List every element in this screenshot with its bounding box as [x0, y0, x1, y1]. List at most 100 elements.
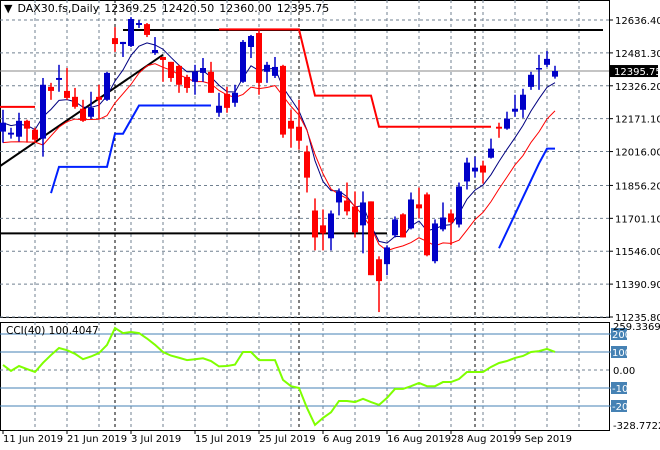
candle-body [448, 213, 454, 223]
candle-body [248, 35, 254, 48]
bullish-candle [360, 191, 366, 254]
bullish-candle [432, 219, 438, 264]
bullish-candle [536, 54, 542, 90]
candle-body [480, 165, 486, 173]
y-tick-label: 12016.00 [615, 148, 660, 159]
bullish-candle [192, 64, 198, 95]
x-tick-label: 11 Jun 2019 [3, 434, 63, 445]
candle-body [8, 132, 14, 135]
candle-body [48, 86, 54, 91]
bullish-candle [200, 58, 206, 82]
bearish-candle [304, 145, 310, 193]
bearish-candle [320, 209, 326, 251]
bearish-candle [80, 99, 86, 122]
candle-body [544, 58, 550, 65]
candle-body [0, 122, 6, 132]
current-price-label: 12395.75 [614, 67, 660, 78]
bearish-candle [376, 256, 382, 313]
candle-body [264, 64, 270, 72]
candle-body [440, 217, 446, 230]
candle-body [472, 167, 478, 172]
candle-body [344, 200, 350, 212]
chart-header: ▼ DAX30.fs,Daily 12369.25 12420.50 12360.00 1… [4, 2, 334, 15]
candle-body [80, 108, 86, 121]
candle-body [368, 201, 374, 276]
candle-body [32, 129, 38, 140]
candle-body [216, 105, 222, 113]
y-tick-label: 11546.00 [615, 247, 660, 258]
bullish-candle [464, 157, 470, 190]
x-tick-label: 25 Jul 2019 [259, 434, 316, 445]
bearish-candle [72, 87, 78, 109]
bearish-candle [400, 213, 406, 238]
bullish-candle [528, 71, 534, 90]
y-tick-label: 12481.30 [615, 49, 660, 60]
bullish-candle [248, 34, 254, 59]
candle-body [384, 247, 390, 265]
y-tick-label: 11701.10 [615, 214, 660, 225]
candle-body [224, 93, 230, 108]
bearish-candle [496, 122, 502, 138]
bearish-candle [280, 64, 286, 138]
bearish-candle [168, 61, 174, 82]
bearish-candle [416, 187, 422, 219]
chart-window: 12636.40 12481.30 12326.20 12171.10 12016.00… [0, 0, 660, 450]
bullish-candle [216, 92, 222, 117]
candle-body [520, 94, 526, 110]
bearish-candle [480, 160, 486, 184]
y-tick-label: 12636.40 [615, 16, 660, 27]
y-tick-label: 12326.20 [615, 82, 660, 93]
candle-body [352, 206, 358, 233]
bearish-candle [256, 30, 262, 95]
candle-body [296, 126, 302, 141]
bullish-candle [456, 182, 462, 228]
candle-body [336, 191, 342, 203]
bullish-candle [520, 88, 526, 118]
bearish-candle [288, 109, 294, 148]
candle-body [152, 49, 158, 53]
candle-body [192, 71, 198, 82]
candle-body [176, 65, 182, 85]
bearish-candle [448, 209, 454, 246]
bullish-candle [408, 192, 414, 230]
candle-body [392, 219, 398, 236]
bearish-candle [112, 27, 118, 52]
candle-body [376, 259, 382, 282]
price-chart[interactable]: 12636.40 12481.30 12326.20 12171.10 12016.00… [0, 0, 660, 450]
bullish-candle [120, 41, 126, 57]
bullish-candle [272, 56, 278, 78]
candle-body [208, 71, 214, 93]
bearish-candle [160, 56, 166, 82]
bullish-candle [472, 156, 478, 178]
candle-body [72, 96, 78, 107]
bullish-candle [544, 51, 550, 67]
bearish-candle [368, 201, 374, 276]
bullish-candle [136, 20, 142, 28]
bullish-candle [552, 65, 558, 79]
cci-level-label: 100 [612, 348, 631, 359]
candle-body [424, 194, 430, 256]
candle-body [288, 120, 294, 129]
cci-axis-label: 259.3369 [613, 322, 660, 333]
candle-body [256, 33, 262, 83]
x-tick-label: 16 Aug 2019 [387, 434, 451, 445]
candle-body [416, 204, 422, 209]
cci-level-label: -200 [612, 402, 635, 413]
candle-body [304, 151, 310, 178]
y-tick-label: 11390.90 [615, 280, 660, 291]
y-tick-label: 11856.20 [615, 181, 660, 192]
candle-body [240, 41, 246, 82]
bullish-candle [440, 202, 446, 232]
candle-body [200, 68, 206, 73]
candle-body [464, 162, 470, 182]
candle-body [512, 108, 518, 112]
bullish-candle [40, 77, 46, 157]
dropdown-triangle-icon[interactable]: ▼ [4, 2, 12, 15]
open-value: 12369.25 [104, 2, 157, 15]
bullish-candle [384, 245, 390, 276]
candle-body [120, 41, 126, 45]
candle-body [408, 199, 414, 229]
bullish-candle [328, 210, 334, 251]
candle-body [312, 210, 318, 238]
candle-body [96, 96, 102, 100]
